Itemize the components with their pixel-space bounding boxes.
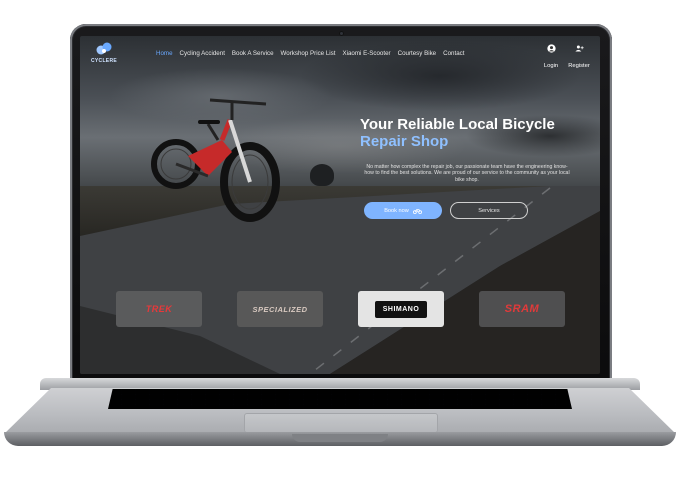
nav-xiaomi-e-scooter[interactable]: Xiaomi E-Scooter xyxy=(342,50,390,57)
brand-trek-label: TREK xyxy=(145,304,173,314)
laptop-trackpad xyxy=(244,413,438,433)
nav-home[interactable]: Home xyxy=(156,50,173,57)
book-now-button[interactable]: Book now xyxy=(364,202,442,219)
bike-icon xyxy=(412,208,422,214)
main-menu: Home Cycling Accident Book A Service Wor… xyxy=(156,50,471,57)
login-label: Login xyxy=(543,63,559,69)
hero-description: No matter how complex the repair job, ou… xyxy=(364,164,570,183)
nav-contact[interactable]: Contact xyxy=(443,50,464,57)
services-button[interactable]: Services xyxy=(450,202,528,219)
register-button[interactable]: Register xyxy=(566,44,592,72)
hero-tree xyxy=(310,164,334,186)
brand-sram-label: SRAM xyxy=(504,303,540,315)
book-now-label: Book now xyxy=(384,207,409,214)
laptop-screen: CYCLERE Home Cycling Accident Book A Ser… xyxy=(80,36,600,374)
nav-book-a-service[interactable]: Book A Service xyxy=(232,50,274,57)
login-button[interactable]: Login xyxy=(538,44,564,72)
site-navbar: CYCLERE Home Cycling Accident Book A Ser… xyxy=(80,36,600,72)
hero-title: Your Reliable Local Bicycle xyxy=(360,116,555,133)
bike-logo-icon xyxy=(96,42,112,55)
brand-shimano-label: SHIMANO xyxy=(374,300,428,318)
laptop-notch xyxy=(292,434,388,442)
add-user-icon xyxy=(574,45,584,52)
site-logo[interactable]: CYCLERE xyxy=(88,42,120,68)
hero-subtitle: Repair Shop xyxy=(360,133,449,150)
nav-courtesy-bike[interactable]: Courtesy Bike xyxy=(398,50,437,57)
user-icon xyxy=(546,44,556,53)
mountain-bike-image xyxy=(151,98,280,222)
nav-workshop-price-list[interactable]: Workshop Price List xyxy=(281,50,336,57)
brand-sram[interactable]: SRAM xyxy=(479,291,565,327)
brand-trek[interactable]: TREK xyxy=(116,291,202,327)
laptop-keyboard xyxy=(108,389,572,409)
brand-specialized-label: SPECIALIZED xyxy=(252,304,308,314)
brand-shimano[interactable]: SHIMANO xyxy=(358,291,444,327)
brand-specialized[interactable]: SPECIALIZED xyxy=(237,291,323,327)
register-label: Register xyxy=(568,63,590,69)
nav-cycling-accident[interactable]: Cycling Accident xyxy=(180,50,225,57)
logo-wordmark: CYCLERE xyxy=(91,58,117,64)
